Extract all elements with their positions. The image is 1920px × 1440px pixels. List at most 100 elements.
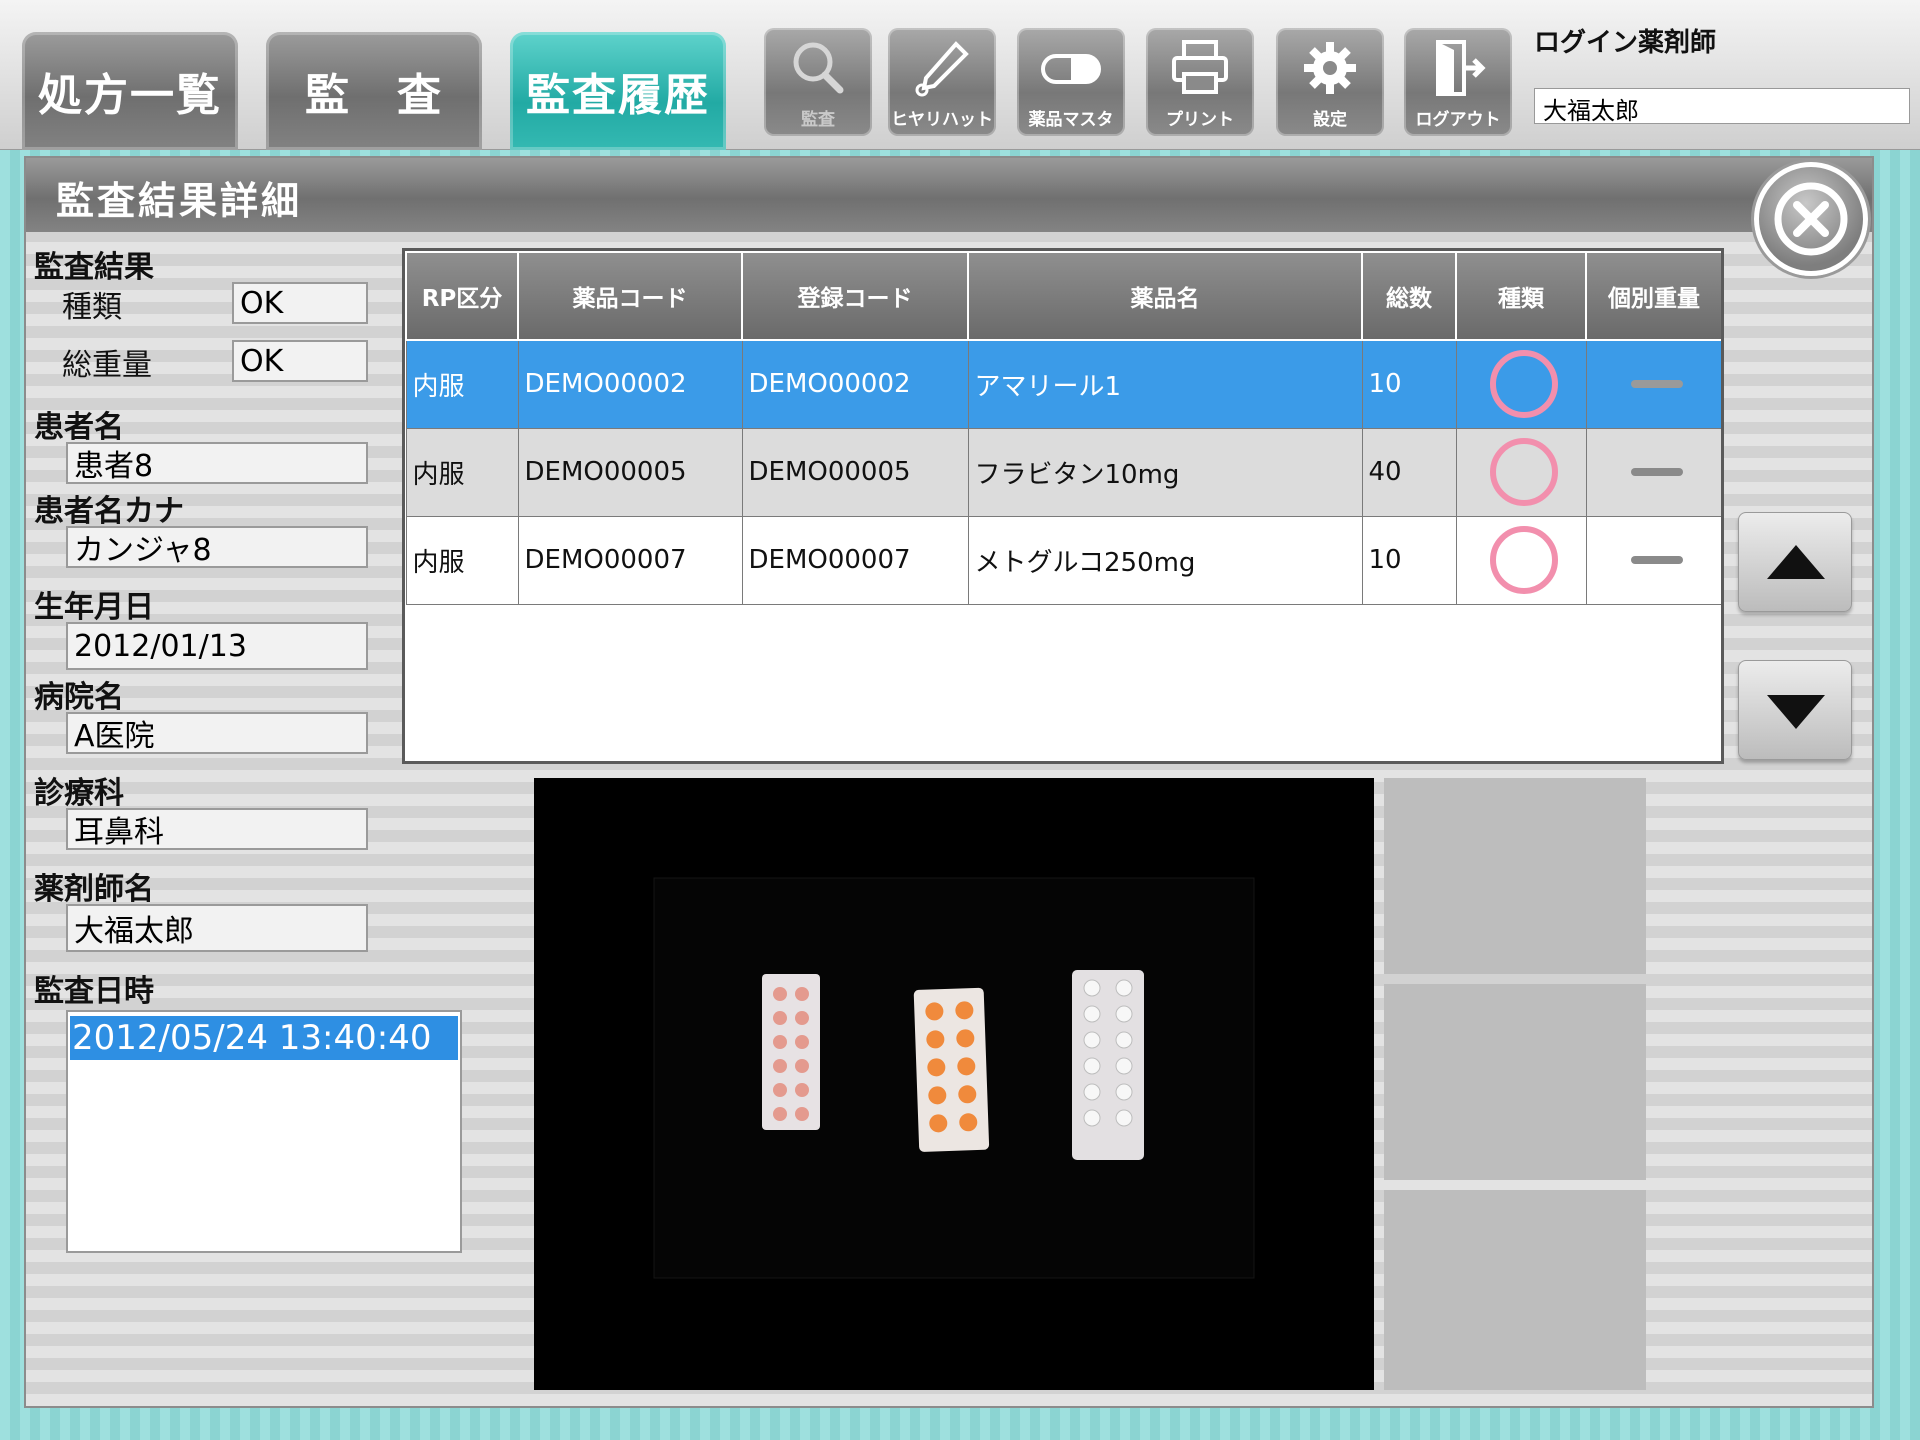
dispensed-drugs-photo	[534, 778, 1374, 1390]
drug-master-button[interactable]: 薬品マスタ	[1017, 28, 1125, 136]
patient-kana-field: カンジャ8	[66, 526, 368, 568]
department-field: 耳鼻科	[66, 808, 368, 850]
col-header-rp: RP区分	[405, 251, 519, 341]
total-weight-label: 総重量	[62, 348, 152, 383]
cell-rp: 内服	[405, 339, 519, 429]
patient-kana-label: 患者名カナ	[34, 494, 184, 529]
cell-weight	[1585, 339, 1721, 429]
incident-report-button[interactable]: ヒヤリハット	[888, 28, 996, 136]
cell-reg-code: DEMO00005	[741, 427, 969, 517]
cell-reg-code: DEMO00002	[741, 339, 969, 429]
blister-pack-3	[1072, 970, 1144, 1160]
close-button[interactable]	[1754, 162, 1868, 276]
cell-drug-name: メトグルコ250mg	[967, 515, 1363, 605]
cell-reg-code: DEMO00007	[741, 515, 969, 605]
cell-rp: 内服	[405, 515, 519, 605]
triangle-up-icon	[1767, 545, 1825, 579]
panel-title: 監査結果詳細	[56, 179, 303, 223]
cell-kind	[1455, 339, 1587, 429]
drug-table[interactable]: RP区分 薬品コード 登録コード 薬品名 総数 種類 個別重量 内服 DEMO0…	[402, 248, 1724, 764]
cell-count: 40	[1361, 427, 1457, 517]
photo-thumbnail-1[interactable]	[1384, 778, 1646, 974]
login-pharmacist-name: 大福太郎	[1534, 88, 1910, 125]
audit-datetime-item[interactable]: 2012/05/24 13:40:40	[70, 1016, 458, 1060]
audit-result-label: 監査結果	[34, 250, 154, 285]
patient-name-label: 患者名	[34, 410, 124, 445]
tab-prescription-list[interactable]: 処方一覧	[22, 32, 238, 150]
photo-thumbnail-2[interactable]	[1384, 984, 1646, 1180]
cell-kind	[1455, 427, 1587, 517]
cell-count: 10	[1361, 515, 1457, 605]
cell-rp: 内服	[405, 427, 519, 517]
kind-result-field: OK	[232, 282, 368, 324]
login-pharmacist-label: ログイン薬剤師	[1534, 28, 1717, 58]
total-weight-result-field: OK	[232, 340, 368, 382]
settings-button[interactable]: 設定	[1276, 28, 1384, 136]
scroll-down-button[interactable]	[1738, 660, 1852, 760]
blister-pack-1	[762, 974, 820, 1130]
pill-capsule-icon	[1041, 54, 1101, 84]
printer-icon	[1172, 40, 1228, 94]
door-exit-icon	[1436, 40, 1486, 96]
cell-drug-code: DEMO00007	[517, 515, 743, 605]
triangle-down-icon	[1767, 695, 1825, 729]
dash-icon	[1631, 468, 1683, 476]
cell-drug-code: DEMO00002	[517, 339, 743, 429]
blister-pack-2	[913, 987, 990, 1152]
logout-button[interactable]: ログアウト	[1404, 28, 1512, 136]
birth-date-label: 生年月日	[34, 590, 154, 625]
print-label: プリント	[1166, 110, 1234, 130]
tab-audit-history[interactable]: 監査履歴	[510, 32, 726, 150]
cell-drug-code: DEMO00005	[517, 427, 743, 517]
circle-ok-icon	[1490, 350, 1558, 419]
print-button[interactable]: プリント	[1146, 28, 1254, 136]
audit-tool-label: 監査	[801, 110, 835, 130]
col-header-drug-code: 薬品コード	[517, 251, 743, 341]
drug-master-label: 薬品マスタ	[1028, 110, 1114, 130]
col-header-kind: 種類	[1455, 251, 1587, 341]
kind-label: 種類	[62, 290, 122, 325]
col-header-reg-code: 登録コード	[741, 251, 969, 341]
dash-icon	[1631, 380, 1683, 389]
cell-drug-name: アマリール1	[967, 339, 1363, 429]
scroll-up-button[interactable]	[1738, 512, 1852, 612]
col-header-count: 総数	[1361, 251, 1457, 341]
table-header-row: RP区分 薬品コード 登録コード 薬品名 総数 種類 個別重量	[405, 251, 1721, 341]
cell-kind	[1455, 515, 1587, 605]
audit-tool-button[interactable]: 監査	[764, 28, 872, 136]
app-window: 処方一覧 監 査 監査履歴 監査 ヒヤリハット 薬品マスタ プリント 設定 ログ…	[0, 0, 1920, 1440]
cell-weight	[1585, 427, 1721, 517]
cell-drug-name: フラビタン10mg	[967, 427, 1363, 517]
tab-audit[interactable]: 監 査	[266, 32, 482, 150]
close-icon	[1774, 182, 1848, 256]
gear-icon	[1304, 42, 1356, 94]
circle-ok-icon	[1490, 438, 1558, 506]
col-header-drug-name: 薬品名	[967, 251, 1363, 341]
hospital-label: 病院名	[34, 680, 124, 715]
audit-detail-panel: 監査結果詳細 監査結果 種類 OK 総重量 OK 患者名 患者8 患者名カナ カ…	[24, 156, 1874, 1408]
cell-count: 10	[1361, 339, 1457, 429]
cell-weight	[1585, 515, 1721, 605]
circle-ok-icon	[1490, 526, 1558, 594]
table-row[interactable]: 内服 DEMO00002 DEMO00002 アマリール1 10	[405, 339, 1721, 429]
logout-label: ログアウト	[1415, 110, 1501, 130]
photo-thumbnail-3[interactable]	[1384, 1190, 1646, 1390]
col-header-weight: 個別重量	[1585, 251, 1721, 341]
top-toolbar: 処方一覧 監 査 監査履歴 監査 ヒヤリハット 薬品マスタ プリント 設定 ログ…	[0, 0, 1920, 150]
audit-datetime-label: 監査日時	[34, 974, 154, 1009]
incident-report-label: ヒヤリハット	[891, 110, 993, 130]
magnifier-icon	[793, 42, 844, 94]
table-row[interactable]: 内服 DEMO00005 DEMO00005 フラビタン10mg 40	[405, 427, 1721, 517]
audit-datetime-list[interactable]: 2012/05/24 13:40:40	[66, 1010, 462, 1253]
birth-date-field: 2012/01/13	[66, 622, 368, 670]
table-row[interactable]: 内服 DEMO00007 DEMO00007 メトグルコ250mg 10	[405, 515, 1721, 605]
pharmacist-label: 薬剤師名	[34, 872, 154, 907]
blister-packs-image	[653, 877, 1255, 1279]
patient-name-field: 患者8	[66, 442, 368, 484]
department-label: 診療科	[34, 776, 124, 811]
hospital-field: A医院	[66, 712, 368, 754]
settings-label: 設定	[1313, 110, 1347, 130]
pharmacist-field: 大福太郎	[66, 904, 368, 952]
pen-icon	[915, 41, 969, 97]
panel-header: 監査結果詳細	[26, 158, 1872, 232]
